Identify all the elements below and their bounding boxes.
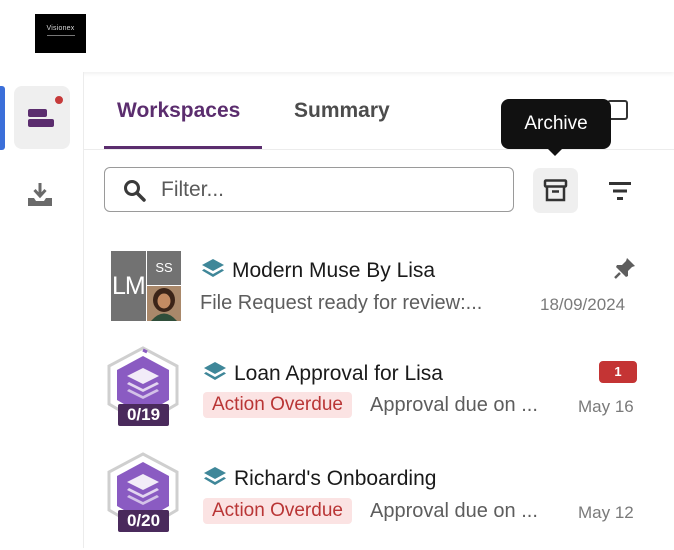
workspace-title: Richard's Onboarding: [234, 467, 437, 490]
download-icon[interactable]: [26, 180, 54, 208]
logo-divider: [47, 35, 75, 36]
tab-workspaces[interactable]: Workspaces: [117, 99, 240, 123]
filter-box: [104, 167, 514, 212]
workspace-subtitle: Approval due on ...: [370, 394, 538, 416]
active-tab-underline: [104, 146, 262, 149]
archive-button[interactable]: [533, 168, 578, 213]
layers-icon: [204, 362, 226, 380]
top-bar: Visionex: [0, 0, 674, 72]
tab-summary[interactable]: Summary: [294, 99, 390, 123]
notification-dot: [53, 94, 65, 106]
left-nav: [0, 72, 84, 548]
status-badge: Action Overdue: [203, 392, 352, 418]
pin-icon[interactable]: [613, 256, 637, 280]
archive-tooltip: Archive: [501, 99, 611, 149]
filter-input[interactable]: [161, 176, 501, 204]
company-logo[interactable]: Visionex: [35, 14, 86, 53]
unread-badge: 1: [599, 361, 637, 383]
avatar-group: LM SS: [111, 251, 181, 321]
workspace-date: 18/09/2024: [540, 295, 626, 314]
workspace-date: May 16: [578, 397, 634, 416]
status-badge: Action Overdue: [203, 498, 352, 524]
workspace-row[interactable]: LM SS Modern Muse By Lisa File Request r…: [84, 236, 674, 340]
logo-text: Visionex: [46, 25, 75, 32]
progress-count: 0/19: [118, 404, 169, 426]
user-photo-icon: [147, 286, 181, 321]
workspace-date: May 12: [578, 503, 634, 522]
workspace-icon: [28, 109, 54, 127]
layers-icon: [202, 259, 224, 277]
workspace-title: Loan Approval for Lisa: [234, 362, 443, 385]
workspace-title: Modern Muse By Lisa: [232, 259, 436, 282]
workspace-subtitle: Approval due on ...: [370, 500, 538, 522]
archive-icon: [543, 179, 568, 202]
avatar-photo: [147, 286, 181, 321]
nav-item-workspaces[interactable]: [14, 86, 70, 149]
sort-icon[interactable]: [604, 176, 636, 208]
workspace-row[interactable]: 0/20 Richard's Onboarding Action Overdue…: [84, 446, 674, 550]
search-icon: [124, 180, 146, 202]
workspace-subtitle: File Request ready for review:...: [200, 292, 483, 314]
avatar-initials-main: LM: [111, 251, 146, 321]
workspace-row[interactable]: 0/19 Loan Approval for Lisa 1 Action Ove…: [84, 340, 674, 444]
avatar-initials-secondary: SS: [147, 251, 181, 285]
nav-active-indicator: [0, 86, 5, 150]
progress-count: 0/20: [118, 510, 169, 532]
tooltip-arrow: [546, 147, 564, 156]
layers-icon: [204, 467, 226, 485]
